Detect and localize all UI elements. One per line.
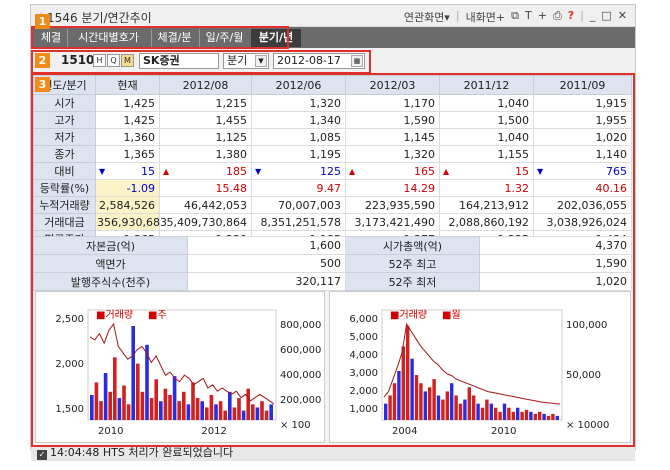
window-title: |1546 분기/연간추이: [39, 9, 152, 26]
related-screen-menu[interactable]: 연관화면▾: [404, 9, 450, 25]
title-actions: 연관화면▾ | 내화면+ ⧉ T + ⎙ ? | _ □ ✕: [403, 9, 627, 25]
check-icon: ✓: [37, 450, 47, 460]
title-bar: |1546 분기/연간추이 연관화면▾ | 내화면+ ⧉ T + ⎙ ? | _…: [31, 5, 635, 27]
font-icon[interactable]: T: [525, 9, 532, 25]
badge-1: 1: [35, 14, 50, 29]
close-icon[interactable]: ✕: [618, 9, 627, 25]
badge-3: 3: [35, 77, 50, 92]
app-window: |1546 분기/연간추이 연관화면▾ | 내화면+ ⧉ T + ⎙ ? | _…: [30, 4, 636, 461]
help-icon[interactable]: ?: [568, 9, 574, 25]
badge-2: 2: [35, 53, 50, 68]
status-bar: ✓ 14:04:48 HTS 처리가 완료되었습니다: [31, 445, 635, 461]
status-time: 14:04:48: [50, 446, 100, 459]
tab-highlight-box: [31, 26, 289, 49]
print-icon[interactable]: ⎙: [553, 9, 562, 25]
minimize-icon[interactable]: _: [590, 9, 596, 25]
screen-icon[interactable]: ⧉: [511, 9, 519, 25]
restore-icon[interactable]: □: [601, 9, 611, 25]
content-highlight-box: [31, 73, 635, 447]
screen-title: 분기/연간추이: [81, 11, 152, 25]
my-screen-menu[interactable]: 내화면+: [466, 9, 506, 25]
plus-icon[interactable]: +: [538, 9, 547, 25]
toolbar-highlight-box: [31, 50, 371, 74]
screen-code: 1546: [47, 11, 78, 25]
status-message: HTS 처리가 완료되었습니다: [102, 446, 234, 459]
